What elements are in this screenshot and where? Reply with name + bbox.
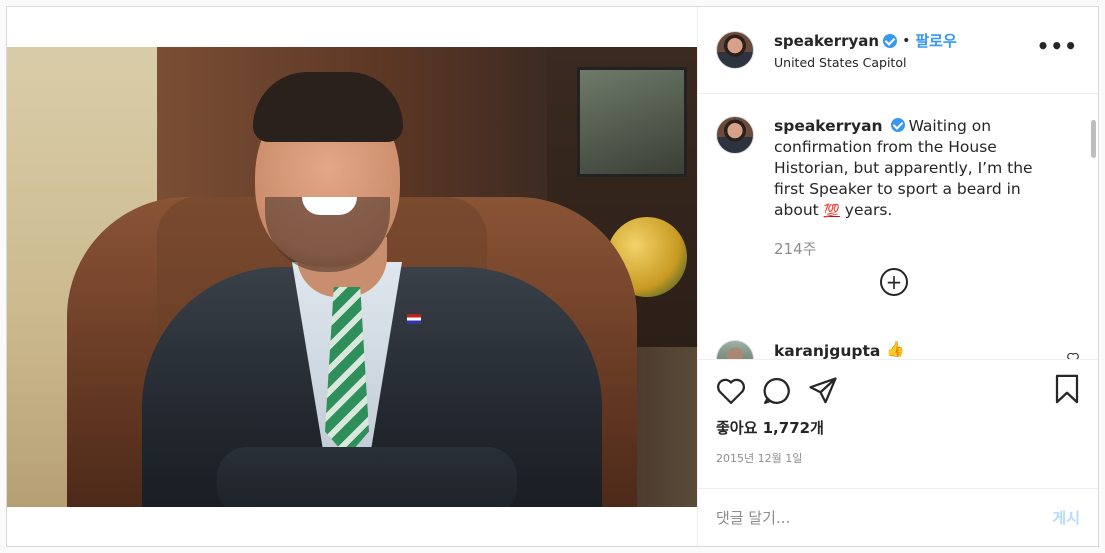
comments-list[interactable]: speakerryan Waiting on confirmation from … [698,94,1098,359]
heart-icon[interactable] [716,377,746,405]
caption-timestamp[interactable]: 214주 [774,238,1082,259]
share-icon[interactable] [808,376,838,406]
post-comment-button[interactable]: 게시 [1052,507,1080,528]
commenter-avatar[interactable] [716,340,754,359]
caption-text-end: years. [839,201,893,219]
post-dialog: speakerryan • 팔로우 United States Capitol … [6,6,1099,547]
author-avatar[interactable] [716,31,754,69]
post-photo[interactable] [7,47,697,507]
post-media[interactable] [7,7,697,546]
caption: speakerryan Waiting on confirmation from … [716,116,1082,222]
caption-avatar[interactable] [716,116,754,154]
comment-like-icon[interactable] [1066,352,1080,359]
comments-scrollbar[interactable] [1091,120,1096,158]
follow-button[interactable]: 팔로우 [915,30,956,51]
hundred-points-icon: 💯 [823,204,840,219]
verified-badge-icon [890,118,905,132]
post-sidebar: speakerryan • 팔로우 United States Capitol … [697,7,1098,546]
load-more-comments-icon[interactable]: + [880,268,908,296]
action-bar [698,359,1098,421]
caption-username[interactable]: speakerryan [774,117,883,135]
post-header: speakerryan • 팔로우 United States Capitol … [698,7,1098,94]
add-comment-bar: 게시 [698,488,1098,546]
verified-badge-icon [883,33,898,48]
location-link[interactable]: United States Capitol [774,55,957,70]
bookmark-icon[interactable] [1054,374,1080,404]
more-options-icon[interactable]: ••• [1037,36,1078,56]
comment-icon[interactable] [762,376,792,406]
thumbs-up-icon: 👍 [886,340,906,358]
comment-item: karanjgupta 👍 [716,340,905,359]
commenter-username[interactable]: karanjgupta [774,342,880,359]
separator-dot: • [902,32,911,49]
post-date[interactable]: 2015년 12월 1일 [698,450,1098,466]
comment-input[interactable] [716,508,1016,527]
author-username[interactable]: speakerryan [774,32,879,50]
